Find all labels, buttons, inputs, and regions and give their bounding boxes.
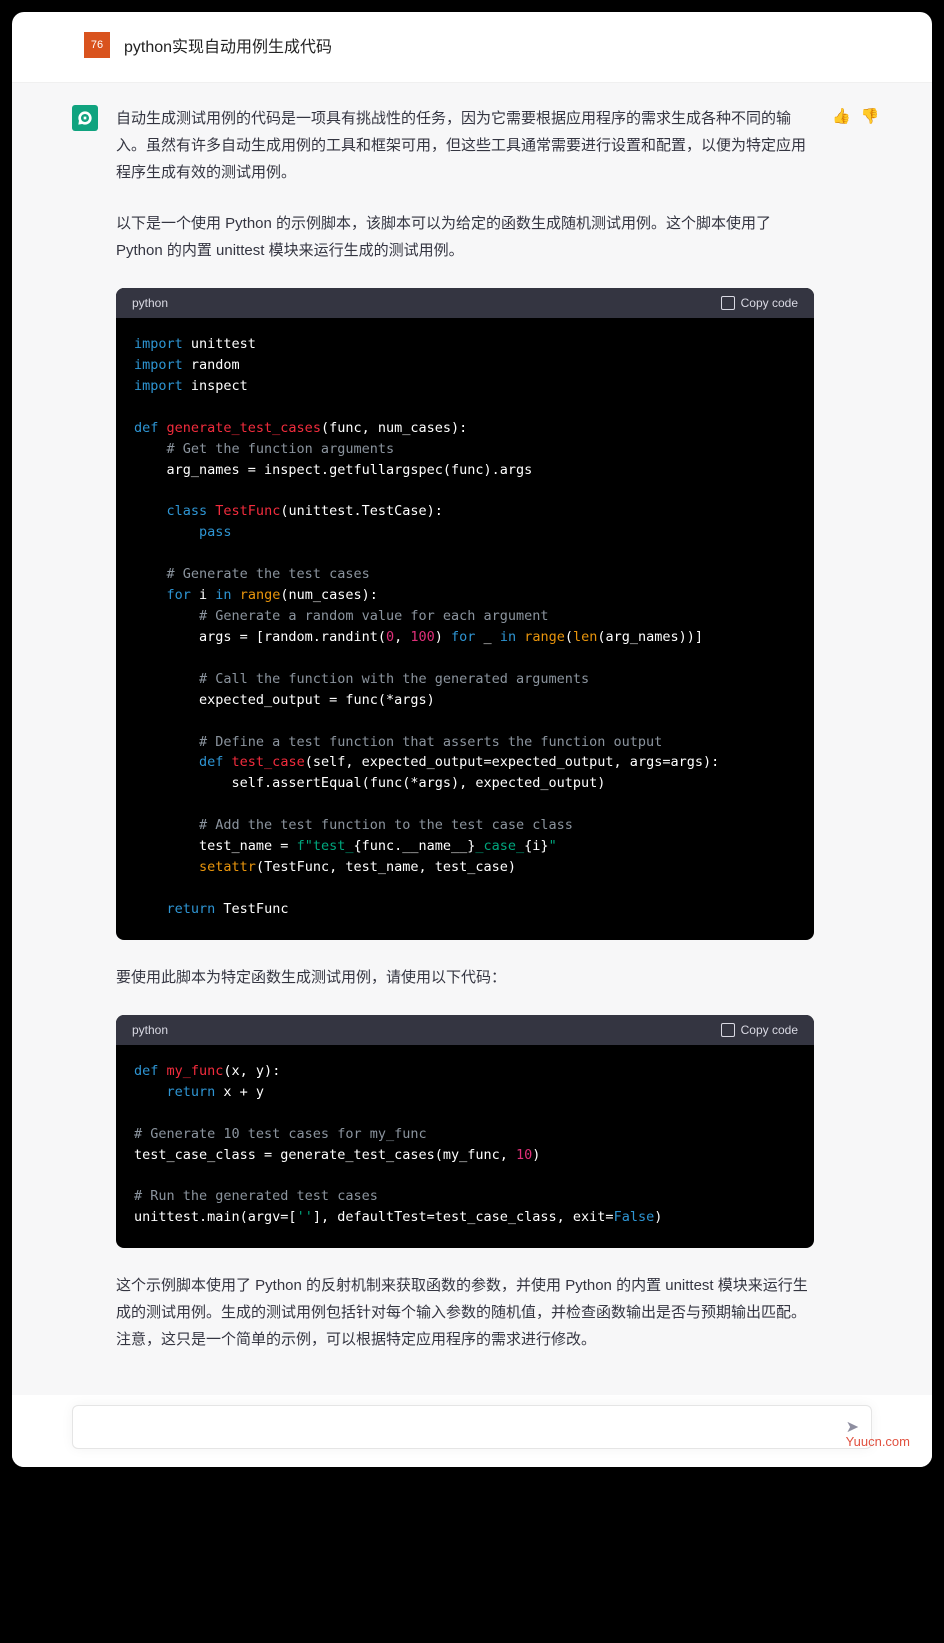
thumbs-up-icon[interactable]: 👍	[832, 107, 851, 1377]
code-content[interactable]: import unittest import random import ins…	[116, 318, 814, 940]
code-block-1: python Copy code import unittest import …	[116, 288, 814, 940]
header: 76 python实现自动用例生成代码	[12, 12, 932, 83]
copy-code-button[interactable]: Copy code	[721, 1023, 798, 1037]
copy-code-button[interactable]: Copy code	[721, 296, 798, 310]
conversation-badge: 76	[84, 32, 110, 58]
code-content[interactable]: def my_func(x, y): return x + y # Genera…	[116, 1045, 814, 1248]
clipboard-icon	[721, 296, 735, 310]
code-block-2: python Copy code def my_func(x, y): retu…	[116, 1015, 814, 1248]
message-content: 自动生成测试用例的代码是一项具有挑战性的任务，因为它需要根据应用程序的需求生成各…	[12, 83, 932, 1395]
app-window: 76 python实现自动用例生成代码 自动生成测试用例的代码是一项具有挑战性的…	[12, 12, 932, 1467]
response-paragraph: 要使用此脚本为特定函数生成测试用例，请使用以下代码：	[116, 964, 814, 991]
assistant-avatar	[72, 105, 98, 131]
conversation-title: python实现自动用例生成代码	[124, 33, 332, 57]
message-input[interactable]: ➤	[72, 1405, 872, 1449]
response-paragraph: 自动生成测试用例的代码是一项具有挑战性的任务，因为它需要根据应用程序的需求生成各…	[116, 105, 814, 186]
clipboard-icon	[721, 1023, 735, 1037]
code-lang-label: python	[132, 296, 168, 310]
response-paragraph: 以下是一个使用 Python 的示例脚本，该脚本可以为给定的函数生成随机测试用例…	[116, 210, 814, 264]
input-area: ➤ Yuucn.com	[12, 1395, 932, 1467]
code-lang-label: python	[132, 1023, 168, 1037]
response-paragraph: 这个示例脚本使用了 Python 的反射机制来获取函数的参数，并使用 Pytho…	[116, 1272, 814, 1353]
thumbs-down-icon[interactable]: 👎	[861, 107, 880, 1377]
watermark: Yuucn.com	[846, 1434, 910, 1449]
